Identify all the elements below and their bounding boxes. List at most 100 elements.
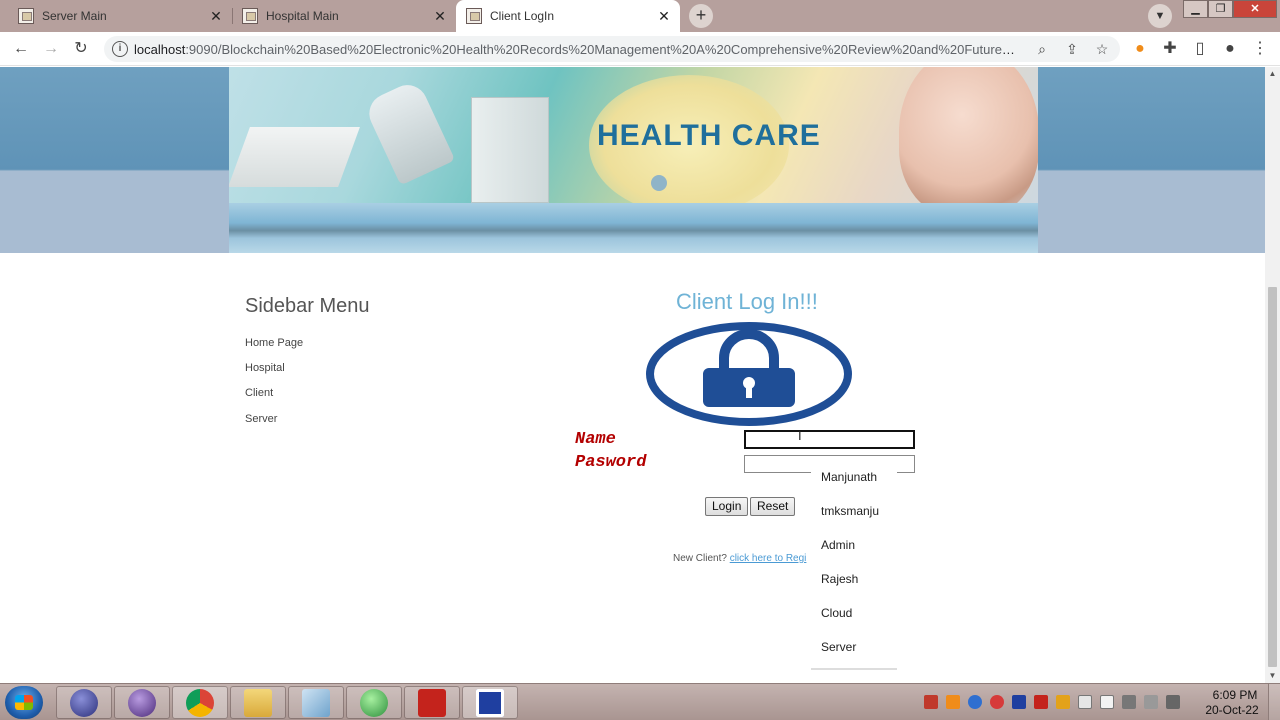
banner-desk-shape [229,127,360,187]
tray-app-icon[interactable] [1034,695,1048,709]
sidebar-item-server[interactable]: Server [245,413,277,425]
taskbar-app-chrome[interactable] [172,686,228,719]
tab-server-main[interactable]: Server Main ✕ [8,0,232,32]
volume-mute-icon[interactable] [1166,695,1180,709]
clock-time[interactable]: 6:09 PM [1208,688,1262,702]
chrome-icon [186,689,214,717]
tab-hospital-main[interactable]: Hospital Main ✕ [232,0,456,32]
eclipse-icon [70,689,98,717]
address-url[interactable]: localhost:9090/Blockchain%20Based%20Elec… [134,42,1026,57]
acrobat-icon [418,689,446,717]
autofill-suggestion[interactable]: Cloud [821,606,852,620]
new-tab-plus-icon[interactable]: + [689,4,713,28]
tray-app-icon[interactable] [1056,695,1070,709]
folder-icon [244,689,272,717]
app-window-icon [476,689,504,717]
banner-face-shape [899,67,1038,203]
window-minimize-icon[interactable]: ▁ [1183,0,1208,18]
password-label: Pasword [575,453,647,472]
tray-app-icon[interactable] [1078,695,1092,709]
autofill-suggestion[interactable]: Rajesh [821,572,858,586]
extension-icon[interactable]: ● [1129,38,1151,60]
sidebar-item-hospital[interactable]: Hospital [245,362,285,374]
windows-logo-icon [15,695,33,710]
banner-cabinet-shape [471,97,549,203]
window-maximize-icon[interactable]: ❐ [1208,0,1233,18]
tray-app-icon[interactable] [990,695,1004,709]
register-link[interactable]: click here to Regi [730,553,807,564]
taskbar-app-explorer[interactable] [230,686,286,719]
taskbar-app-eclipse[interactable] [56,686,112,719]
text-cursor-icon: I [798,428,802,443]
sidebar-heading: Sidebar Menu [245,295,370,317]
scroll-up-arrow-icon[interactable]: ▲ [1265,67,1280,81]
zoom-icon[interactable]: ⌕ [1031,38,1053,60]
page-favicon-icon [466,8,482,24]
tray-app-icon[interactable] [1012,695,1026,709]
tray-app-icon[interactable] [968,695,982,709]
sidebar-item-home-page[interactable]: Home Page [245,337,303,349]
autofill-suggestion[interactable]: Admin [821,538,855,552]
reload-icon[interactable]: ↻ [70,38,92,60]
taskbar-app-acrobat[interactable] [404,686,460,719]
browser-toolbar: ← → ↻ i localhost:9090/Blockchain%20Base… [0,32,1280,66]
profile-icon[interactable]: ● [1219,38,1241,60]
banner-title: HEALTH CARE [597,119,821,152]
reset-button[interactable]: Reset [750,497,796,516]
clock-date[interactable]: 20-Oct-22 [1202,703,1262,717]
browser-tab-strip: Server Main ✕ Hospital Main ✕ Client Log… [0,0,1280,32]
banner-bottom-strip [229,203,1038,253]
autofill-suggestion[interactable]: tmksmanju [821,504,879,518]
tab-client-login[interactable]: Client LogIn ✕ [456,0,680,32]
menu-icon[interactable]: ⋮ [1249,38,1271,60]
autofill-dropdown: Manjunath tmksmanju Admin Rajesh Cloud S… [811,460,897,670]
scroll-down-arrow-icon[interactable]: ▼ [1265,669,1280,683]
tab-close-icon[interactable]: ✕ [208,8,224,24]
tab-title: Hospital Main [266,9,339,23]
forward-arrow-icon[interactable]: → [40,38,62,60]
tab-search-chevron-icon[interactable]: ▼ [1148,4,1172,28]
autofill-suggestion[interactable]: Manjunath [821,470,877,484]
page-favicon-icon [242,8,258,24]
notepad-icon [302,689,330,717]
site-info-icon[interactable]: i [112,41,128,57]
tray-app-icon[interactable] [946,695,960,709]
url-path: :9090/Blockchain%20Based%20Electronic%20… [185,42,1026,57]
name-input[interactable] [743,429,916,450]
page-scrollbar[interactable]: ▲ ▼ [1265,67,1280,683]
new-client-prompt: New Client? click here to Regi [673,553,806,564]
start-button[interactable] [5,686,43,719]
taskbar-app-active[interactable] [462,686,518,719]
padlock-icon [646,322,852,426]
tray-app-icon[interactable] [1100,695,1114,709]
login-button[interactable]: Login [705,497,749,516]
bookmark-star-icon[interactable]: ☆ [1091,38,1113,60]
sidebar-item-client[interactable]: Client [245,387,273,399]
taskbar-app-network[interactable] [346,686,402,719]
tab-close-icon[interactable]: ✕ [432,8,448,24]
autofill-suggestion[interactable]: Server [821,640,856,654]
login-form-title: Client Log In!!! [676,289,818,314]
banner-dot-shape [651,175,667,191]
speaker-icon[interactable] [1122,695,1136,709]
scrollbar-thumb[interactable] [1268,287,1277,667]
name-label: Name [575,430,616,449]
system-tray [918,690,1188,716]
window-close-icon[interactable]: ✕ [1233,0,1277,18]
tab-title: Server Main [42,9,107,23]
side-panel-icon[interactable]: ▯ [1189,38,1211,60]
eclipse-purple-icon [128,689,156,717]
share-icon[interactable]: ⇪ [1061,38,1083,60]
show-desktop-button[interactable] [1268,684,1280,720]
windows-taskbar: 6:09 PM 20-Oct-22 [0,683,1280,720]
back-arrow-icon[interactable]: ← [10,38,32,60]
taskbar-app-eclipse-2[interactable] [114,686,170,719]
network-icon[interactable] [1144,695,1158,709]
taskbar-app-notepad[interactable] [288,686,344,719]
address-bar[interactable]: i localhost:9090/Blockchain%20Based%20El… [104,36,1120,62]
url-host: localhost [134,42,186,57]
tab-close-icon[interactable]: ✕ [656,8,672,24]
tray-app-icon[interactable] [924,695,938,709]
puzzle-icon[interactable]: ✚ [1159,38,1181,60]
new-client-label: New Client? [673,553,727,564]
